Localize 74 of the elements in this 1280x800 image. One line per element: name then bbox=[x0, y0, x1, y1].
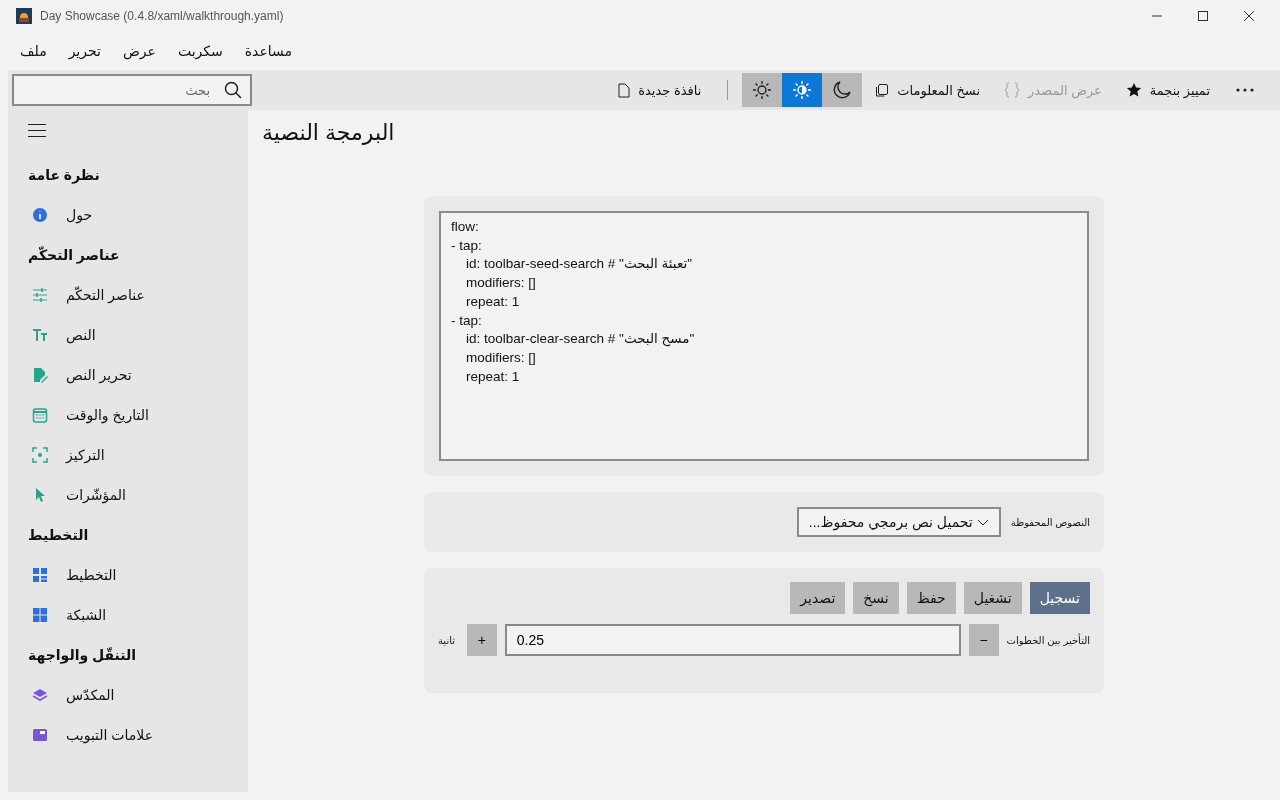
menu-item[interactable]: مساعدة bbox=[244, 43, 293, 59]
text-size-icon bbox=[32, 327, 48, 343]
dark-theme-button[interactable] bbox=[822, 73, 863, 107]
code-line: - tap: bbox=[451, 311, 482, 330]
braces-icon bbox=[1004, 82, 1021, 98]
edit-document-icon bbox=[32, 367, 48, 383]
saved-scripts-dropdown[interactable]: تحميل نص برمجي محفوظ... bbox=[796, 507, 1001, 537]
sidebar-item[interactable]: التاريخ والوقت bbox=[18, 395, 238, 435]
sidebar-item[interactable]: التركيز bbox=[18, 435, 238, 475]
chevron-down-icon bbox=[976, 518, 989, 526]
auto-theme-button[interactable] bbox=[782, 73, 823, 107]
code-line: id: toolbar-clear-search # "مسح البحث" bbox=[465, 330, 695, 349]
app-logo-icon bbox=[16, 8, 32, 24]
section-heading: عناصر التحكّم bbox=[27, 245, 121, 266]
action-button[interactable]: تسجيل bbox=[1029, 582, 1090, 614]
star-icon bbox=[1125, 82, 1142, 98]
sidebar-item[interactable]: التخطيط bbox=[18, 555, 238, 595]
sidebar-item[interactable]: عناصر التحكّم bbox=[18, 275, 238, 315]
action-button[interactable]: تصدير bbox=[790, 582, 846, 614]
sidebar-item[interactable]: المكدّس bbox=[18, 675, 238, 715]
menu-item[interactable]: ملف bbox=[20, 43, 47, 59]
search-icon[interactable] bbox=[224, 81, 242, 99]
action-button[interactable]: نسخ bbox=[853, 582, 899, 614]
copy-icon bbox=[874, 82, 890, 98]
section-heading: نظرة عامة bbox=[27, 166, 101, 186]
tab-icon bbox=[32, 727, 48, 743]
close-icon[interactable] bbox=[1244, 11, 1254, 21]
delay-field[interactable]: 0.25 bbox=[504, 624, 961, 656]
more-icon bbox=[1236, 88, 1254, 92]
section-heading: التنقّل والواجهة bbox=[27, 646, 138, 666]
code-line: modifiers: [] bbox=[465, 274, 536, 293]
info-icon bbox=[32, 207, 48, 223]
action-button[interactable]: حفظ bbox=[906, 582, 956, 614]
increment-button[interactable]: + bbox=[467, 624, 497, 656]
copy-info-button[interactable]: نسخ المعلومات bbox=[862, 74, 993, 106]
code-line: repeat: 1 bbox=[465, 292, 520, 311]
sidebar-item[interactable]: حول bbox=[18, 195, 238, 235]
section-heading: التخطيط bbox=[27, 526, 90, 545]
action-button[interactable]: تشغيل bbox=[963, 582, 1022, 614]
document-icon bbox=[618, 82, 631, 98]
half-sun-icon bbox=[792, 80, 813, 100]
focus-icon bbox=[32, 447, 48, 463]
new-window-button[interactable]: نافذة جديدة bbox=[606, 74, 714, 106]
sliders-icon bbox=[32, 287, 48, 303]
code-line: repeat: 1 bbox=[465, 367, 520, 386]
code-line: - tap: bbox=[451, 236, 482, 255]
sidebar-item[interactable]: علامات التبويب bbox=[18, 715, 238, 755]
sidebar-item[interactable]: النص bbox=[18, 315, 238, 355]
code-line: id: toolbar-seed-search # "تعبئة البحث" bbox=[465, 255, 692, 274]
code-line: modifiers: [] bbox=[465, 348, 536, 367]
light-theme-button[interactable] bbox=[742, 73, 783, 107]
field-label: التأخير بين الخطوات bbox=[1006, 634, 1090, 646]
unit-label: ثانية bbox=[438, 634, 455, 646]
maximize-icon[interactable] bbox=[1198, 11, 1208, 21]
search-field[interactable]: بحث bbox=[12, 74, 252, 106]
layout-icon bbox=[32, 567, 48, 583]
moon-icon bbox=[832, 80, 853, 100]
menu-item[interactable]: عرض bbox=[122, 43, 156, 59]
menu-item[interactable]: سكربت bbox=[177, 43, 223, 59]
code-line: flow: bbox=[451, 218, 479, 236]
window-title: Day Showcase (0.4.8/xaml/walkthrough.yaml) bbox=[40, 9, 284, 23]
sidebar-item[interactable]: المؤشّرات bbox=[18, 475, 238, 515]
field-label: النصوص المحفوظة bbox=[1010, 516, 1090, 528]
menu-icon[interactable] bbox=[28, 124, 46, 137]
page-title: البرمجة النصية bbox=[262, 120, 395, 147]
grid-icon bbox=[32, 607, 48, 623]
calendar-icon bbox=[32, 407, 48, 423]
menu-item[interactable]: تحرير bbox=[68, 43, 101, 59]
sidebar-item[interactable]: تحرير النص bbox=[18, 355, 238, 395]
layers-icon bbox=[32, 687, 48, 703]
sidebar-item[interactable]: الشبكة bbox=[18, 595, 238, 635]
decrement-button[interactable]: − bbox=[968, 624, 999, 656]
star-button[interactable]: تمييز بنجمة bbox=[1113, 74, 1222, 106]
sun-icon bbox=[752, 80, 773, 100]
